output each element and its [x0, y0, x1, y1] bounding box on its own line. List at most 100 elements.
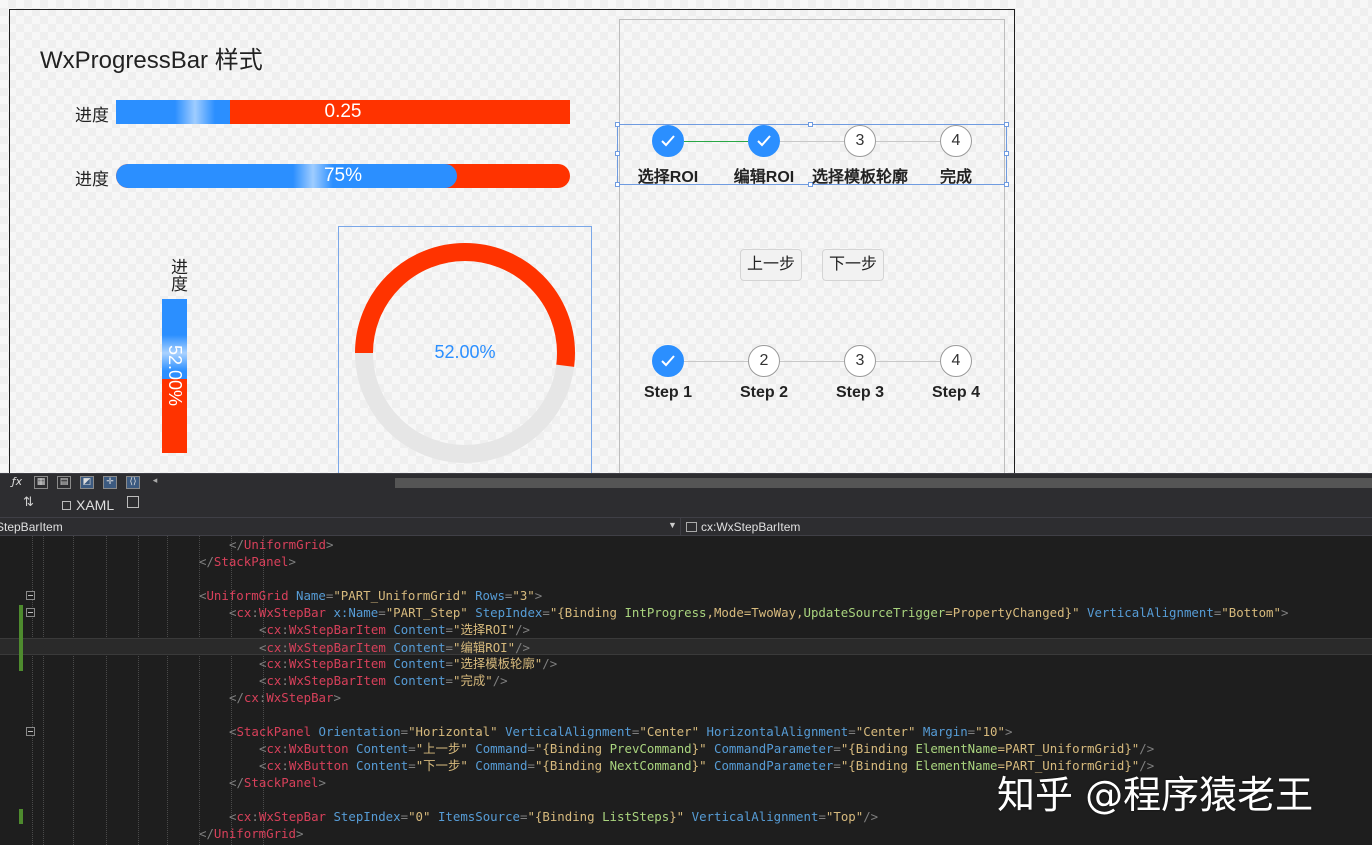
- code-line[interactable]: <cx:WxStepBar x:Name="PART_Step" StepInd…: [0, 604, 1372, 621]
- code-token: "3": [512, 588, 535, 603]
- code-line[interactable]: <cx:WxStepBarItem Content="编辑ROI"/>: [0, 638, 1372, 655]
- step-circle-4: 4: [940, 125, 972, 157]
- code-token: WxStepBar: [258, 605, 326, 620]
- step-label-2: Step 2: [739, 384, 788, 401]
- snap-lines-icon[interactable]: ✛: [103, 476, 117, 489]
- member-dropdown[interactable]: cx:WxStepBarItem: [686, 520, 800, 534]
- code-line[interactable]: <cx:WxStepBarItem Content="完成"/>: [0, 672, 1372, 689]
- code-token: </: [229, 690, 244, 705]
- check-icon: [661, 135, 675, 147]
- code-line[interactable]: </UniformGrid>: [0, 536, 1372, 553]
- fold-toggle-icon[interactable]: [26, 591, 35, 600]
- page-title: WxProgressBar 样式: [40, 47, 263, 74]
- step-circle-4: 4: [940, 345, 972, 377]
- snap-grid-icon[interactable]: ▤: [57, 476, 71, 489]
- code-token: "编辑ROI": [453, 640, 516, 655]
- code-token: "Horizontal": [408, 724, 498, 739]
- code-line[interactable]: <UniformGrid Name="PART_UniformGrid" Row…: [0, 587, 1372, 604]
- code-text: <cx:WxStepBarItem Content="选择模板轮廓"/>: [259, 655, 557, 672]
- code-line[interactable]: </cx:WxStepBar>: [0, 689, 1372, 706]
- code-token: "Center": [855, 724, 916, 739]
- code-token: "PART_Step": [385, 605, 468, 620]
- step-label-2: 编辑ROI: [733, 169, 795, 186]
- code-token: IntProgress: [624, 605, 707, 620]
- step-number: 2: [759, 352, 769, 369]
- fold-toggle-icon[interactable]: [26, 608, 35, 617]
- code-token: HorizontalAlignment: [706, 724, 849, 739]
- grid-icon[interactable]: ▦: [34, 476, 48, 489]
- code-line[interactable]: <cx:WxStepBarItem Content="选择ROI"/>: [0, 621, 1372, 638]
- resize-handle[interactable]: [615, 151, 620, 156]
- step-connector: [684, 361, 748, 362]
- code-token: cx: [266, 640, 282, 655]
- fold-toggle-icon[interactable]: [26, 727, 35, 736]
- code-line[interactable]: [0, 706, 1372, 723]
- code-token: :: [281, 656, 289, 671]
- progress-bar-vertical: 52.00%: [162, 299, 187, 453]
- progress-label-2: 进度: [75, 170, 109, 189]
- code-line[interactable]: </UniformGrid>: [0, 825, 1372, 842]
- code-text: <cx:WxStepBar x:Name="PART_Step" StepInd…: [229, 604, 1288, 621]
- code-token: =PropertyChanged}": [945, 605, 1080, 620]
- scroll-left-icon[interactable]: ◂: [148, 476, 162, 489]
- popout-icon[interactable]: [127, 496, 139, 508]
- code-token: =: [527, 741, 535, 756]
- code-token: UniformGrid: [213, 826, 296, 841]
- step-panel: [619, 19, 1005, 479]
- code-token: >: [318, 775, 326, 790]
- code-line[interactable]: </StackPanel>: [0, 553, 1372, 570]
- code-token: =: [833, 758, 841, 773]
- code-token: >: [295, 826, 304, 841]
- code-icon[interactable]: ⟨⟩: [126, 476, 140, 489]
- step-label-1: 选择ROI: [637, 169, 699, 186]
- type-dropdown[interactable]: StepBarItem: [0, 520, 668, 534]
- resize-handle[interactable]: [615, 122, 620, 127]
- code-token: =: [527, 758, 535, 773]
- resize-handle[interactable]: [1004, 122, 1009, 127]
- code-token: UniformGrid: [243, 537, 326, 552]
- code-token: VerticalAlignment: [691, 809, 819, 824]
- code-token: VerticalAlignment: [1087, 605, 1214, 620]
- artboard-icon[interactable]: ◩: [80, 476, 94, 489]
- code-token: cx: [236, 809, 252, 824]
- code-line[interactable]: <StackPanel Orientation="Horizontal" Ver…: [0, 723, 1372, 740]
- code-token: =: [378, 605, 386, 620]
- code-token: cx: [236, 605, 252, 620]
- code-token: cx: [266, 758, 282, 773]
- code-text: <cx:WxStepBarItem Content="编辑ROI"/>: [259, 639, 530, 656]
- code-token: WxStepBar: [266, 690, 334, 705]
- next-step-button[interactable]: 下一步: [822, 249, 885, 281]
- code-token: </: [229, 537, 244, 552]
- prev-step-button[interactable]: 上一步: [740, 249, 803, 281]
- step-label-4: 完成: [939, 169, 972, 186]
- swap-panes-icon[interactable]: ⇅: [23, 495, 34, 510]
- code-token: Command: [475, 741, 528, 756]
- code-token: VerticalAlignment: [505, 724, 632, 739]
- code-token: =: [445, 622, 453, 637]
- code-line[interactable]: <cx:WxStepBarItem Content="选择模板轮廓"/>: [0, 655, 1372, 672]
- code-line[interactable]: <cx:WxButton Content="上一步" Command="{Bin…: [0, 740, 1372, 757]
- code-token: "{Binding: [549, 605, 625, 620]
- code-line[interactable]: [0, 570, 1372, 587]
- chevron-down-icon[interactable]: ▼: [668, 520, 677, 530]
- code-token: Margin: [922, 724, 968, 739]
- step-circle-3: 3: [844, 125, 876, 157]
- horizontal-scrollbar[interactable]: [395, 478, 1372, 488]
- code-text: <cx:WxStepBarItem Content="选择ROI"/>: [259, 621, 530, 638]
- resize-handle[interactable]: [1004, 151, 1009, 156]
- code-token: "PART_UniformGrid": [333, 588, 468, 603]
- code-token: cx: [266, 656, 282, 671]
- resize-handle[interactable]: [808, 122, 813, 127]
- code-token: "{Binding: [534, 741, 610, 756]
- tab-xaml[interactable]: XAML: [62, 497, 114, 513]
- watermark: 知乎 @程序猿老王: [997, 773, 1314, 817]
- code-token: "{Binding: [527, 809, 603, 824]
- code-token: :: [281, 622, 289, 637]
- code-token: =: [445, 640, 453, 655]
- fx-icon[interactable]: ƒx: [10, 476, 24, 489]
- code-token: StackPanel: [243, 775, 319, 790]
